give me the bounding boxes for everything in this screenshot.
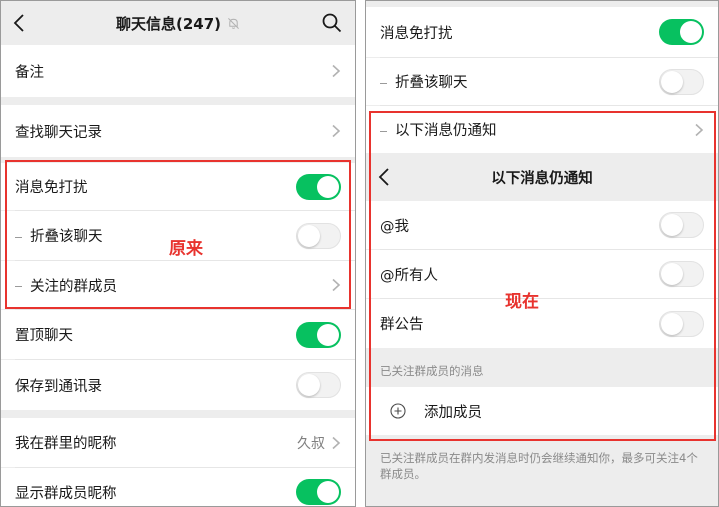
fold-chat-row: 折叠该聊天 — [366, 58, 718, 105]
subpage-header: 以下消息仍通知 — [366, 153, 718, 201]
page-title: 聊天信息(247) — [115, 14, 222, 33]
mute-toggle[interactable] — [659, 19, 704, 45]
chevron-right-icon — [332, 278, 341, 292]
show-nicknames-toggle[interactable] — [296, 479, 341, 505]
bell-muted-icon — [228, 17, 239, 29]
my-nickname-value: 久叔 — [297, 435, 325, 452]
annotation-before: 原来 — [169, 239, 203, 259]
screenshot-stage: 聊天信息(247) 备注 查找聊天记录 消息免打扰 折叠该聊天 关注的群成员 置… — [0, 0, 719, 507]
show-nicknames-label: 显示群成员昵称 — [15, 485, 117, 502]
fold-chat-toggle[interactable] — [296, 222, 341, 249]
followed-members-label: 关注的群成员 — [30, 278, 117, 295]
indent-dash — [15, 236, 22, 238]
remark-label: 备注 — [15, 64, 44, 81]
right-phone-screen: 消息免打扰 折叠该聊天 以下消息仍通知 以下消息仍通知 @我 @所有人 群公告 … — [365, 0, 719, 507]
mute-label: 消息免打扰 — [380, 25, 453, 42]
chevron-right-icon — [332, 124, 341, 138]
annotation-after: 现在 — [505, 292, 539, 312]
fold-chat-label: 折叠该聊天 — [395, 75, 468, 91]
save-contacts-row: 保存到通讯录 — [1, 360, 355, 410]
my-nickname-label: 我在群里的昵称 — [15, 436, 117, 452]
pin-chat-toggle[interactable] — [296, 321, 341, 348]
section-caption: 已关注群成员的消息 — [380, 364, 484, 378]
indent-dash — [380, 82, 387, 84]
still-notify-label: 以下消息仍通知 — [395, 123, 497, 139]
left-phone-screen: 聊天信息(247) 备注 查找聊天记录 消息免打扰 折叠该聊天 关注的群成员 置… — [0, 0, 356, 507]
show-nicknames-row: 显示群成员昵称 — [1, 468, 355, 506]
at-all-row: @所有人 — [366, 250, 718, 298]
back-arrow-icon[interactable] — [376, 167, 394, 187]
chevron-right-icon — [695, 123, 704, 136]
mute-label: 消息免打扰 — [15, 180, 88, 196]
followed-members-row[interactable]: 关注的群成员 — [1, 261, 355, 309]
pin-chat-label: 置顶聊天 — [15, 328, 73, 344]
chat-info-header: 聊天信息(247) — [1, 1, 355, 45]
chevron-right-icon — [332, 64, 341, 78]
add-member-label: 添加成员 — [424, 404, 482, 421]
chevron-right-icon — [332, 436, 341, 449]
group-notice-toggle[interactable] — [659, 310, 704, 337]
find-history-row[interactable]: 查找聊天记录 — [1, 105, 355, 157]
still-notify-row[interactable]: 以下消息仍通知 — [366, 106, 718, 153]
my-nickname-row[interactable]: 我在群里的昵称 久叔 — [1, 418, 355, 467]
save-contacts-toggle[interactable] — [296, 372, 341, 398]
search-icon[interactable] — [321, 12, 343, 34]
at-all-toggle[interactable] — [659, 261, 704, 287]
indent-dash — [15, 286, 22, 287]
at-me-toggle[interactable] — [659, 212, 704, 238]
add-circle-icon — [390, 403, 406, 419]
subpage-title: 以下消息仍通知 — [491, 170, 593, 187]
fold-chat-label: 折叠该聊天 — [30, 229, 103, 245]
fold-chat-toggle[interactable] — [659, 68, 704, 95]
save-contacts-label: 保存到通讯录 — [15, 378, 102, 395]
pin-chat-row: 置顶聊天 — [1, 310, 355, 359]
at-me-row: @我 — [366, 201, 718, 249]
add-member-row[interactable]: 添加成员 — [366, 387, 718, 435]
footnote-text: 已关注群成员在群内发消息时仍会继续通知你，最多可关注4个群成员。 — [380, 451, 698, 481]
find-history-label: 查找聊天记录 — [15, 124, 102, 141]
back-arrow-icon[interactable] — [11, 13, 29, 33]
indent-dash — [380, 130, 387, 132]
mute-row: 消息免打扰 — [366, 7, 718, 57]
remark-row[interactable]: 备注 — [1, 45, 355, 97]
at-all-label: @所有人 — [380, 267, 438, 284]
at-me-label: @我 — [380, 218, 409, 235]
group-notice-row: 群公告 — [366, 299, 718, 348]
mute-toggle[interactable] — [296, 173, 341, 200]
group-notice-label: 群公告 — [380, 317, 424, 333]
mute-row: 消息免打扰 — [1, 163, 355, 210]
